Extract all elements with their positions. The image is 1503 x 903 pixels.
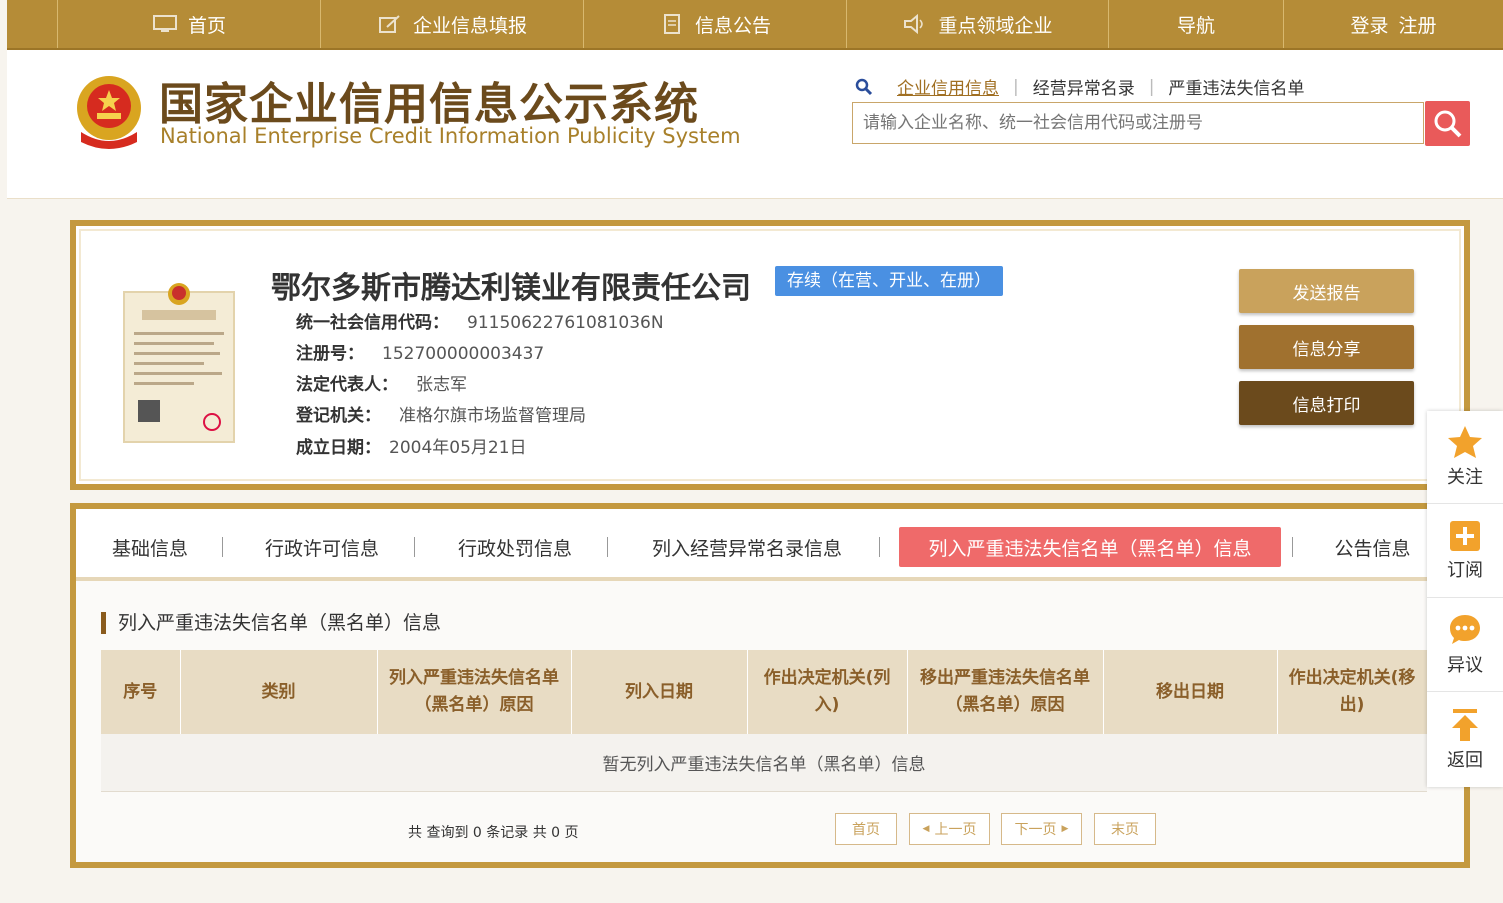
nav-notice[interactable]: 信息公告	[583, 0, 846, 48]
site-subtitle: National Enterprise Credit Information P…	[160, 124, 741, 148]
column-header: 序号	[101, 650, 181, 734]
search-link-abnormal[interactable]: 经营异常名录	[1019, 74, 1149, 99]
info-label: 统一社会信用代码：	[296, 313, 449, 333]
document-icon	[663, 14, 680, 34]
objection-button[interactable]: 异议	[1427, 599, 1503, 692]
nav-key-enterprise[interactable]: 重点领域企业	[846, 0, 1108, 48]
arrow-up-icon	[1452, 708, 1478, 741]
table-row: 暂无列入严重违法失信名单（黑名单）信息	[101, 734, 1427, 792]
tab-divider	[222, 537, 223, 557]
info-value: 152700000003437	[382, 344, 545, 364]
tab-penalty[interactable]: 行政处罚信息	[445, 527, 585, 567]
column-header: 作出决定机关(列入)	[747, 650, 908, 734]
nav-home-label: 首页	[187, 14, 226, 37]
tab-divider	[414, 537, 415, 557]
status-badge: 存续（在营、开业、在册）	[775, 266, 1003, 296]
search-input[interactable]	[861, 103, 1405, 143]
tab-divider	[607, 537, 608, 557]
chevron-left-icon: ◀	[922, 824, 930, 834]
next-page-label: 下一页	[1014, 822, 1057, 838]
column-header: 列入日期	[571, 650, 748, 734]
chat-bubble-icon	[1450, 615, 1480, 644]
star-icon	[1448, 426, 1482, 458]
last-page-button[interactable]: 末页	[1094, 813, 1156, 845]
column-header: 移出严重违法失信名单（黑名单）原因	[907, 650, 1104, 734]
search-link-blacklist[interactable]: 严重违法失信名单	[1154, 74, 1318, 99]
chevron-right-icon: ▶	[1061, 824, 1069, 834]
info-label: 成立日期：	[296, 438, 381, 458]
tab-license[interactable]: 行政许可信息	[252, 527, 392, 567]
back-to-top-button[interactable]: 返回	[1427, 693, 1503, 786]
nav-fill-label: 企业信息填报	[412, 14, 527, 37]
prev-page-label: 上一页	[934, 822, 977, 838]
site-title: 国家企业信用信息公示系统	[159, 79, 699, 130]
subscribe-label: 订阅	[1447, 560, 1483, 581]
info-credit-code: 统一社会信用代码： 91150622761081036N	[296, 308, 664, 333]
nav-guide-label: 导航	[1176, 14, 1215, 37]
info-founded: 成立日期： 2004年05月21日	[296, 433, 527, 458]
nav-fill[interactable]: 企业信息填报	[320, 0, 583, 48]
nav-auth: 登录 注册	[1283, 0, 1503, 48]
tab-basic[interactable]: 基础信息	[100, 527, 200, 567]
nav-home[interactable]: 首页	[57, 0, 320, 48]
search-type-links: 企业信用信息 | 经营异常名录 | 严重违法失信名单	[855, 74, 1318, 99]
tab-abnormal[interactable]: 列入经营异常名录信息	[637, 527, 857, 567]
blacklist-table: 序号 类别 列入严重违法失信名单（黑名单）原因 列入日期 作出决定机关(列入) …	[101, 650, 1428, 792]
column-header: 类别	[180, 650, 378, 734]
column-header: 作出决定机关(移出)	[1277, 650, 1428, 734]
info-label: 法定代表人：	[296, 375, 398, 395]
search-link-credit[interactable]: 企业信用信息	[885, 74, 1013, 99]
back-label: 返回	[1447, 749, 1483, 771]
send-report-button[interactable]: 发送报告	[1239, 269, 1414, 313]
business-license-icon	[123, 283, 235, 443]
tab-blacklist[interactable]: 列入严重违法失信名单（黑名单）信息	[899, 527, 1281, 567]
objection-label: 异议	[1447, 655, 1483, 676]
print-info-button[interactable]: 信息打印	[1239, 381, 1414, 425]
search-box	[852, 102, 1424, 144]
tab-announcement[interactable]: 公告信息	[1320, 527, 1425, 567]
prev-page-button[interactable]: ◀ 上一页	[909, 813, 990, 845]
top-navigation: 首页 企业信息填报 信息公告 重点领域企业 导航 登录 注册	[7, 0, 1503, 50]
site-header: 国家企业信用信息公示系统 National Enterprise Credit …	[7, 50, 1503, 199]
search-button[interactable]	[1425, 101, 1470, 146]
share-info-button[interactable]: 信息分享	[1239, 325, 1414, 369]
info-label: 注册号：	[296, 344, 364, 364]
column-header: 列入严重违法失信名单（黑名单）原因	[377, 650, 572, 734]
info-label: 登记机关：	[296, 406, 381, 426]
info-reg-no: 注册号： 152700000003437	[296, 339, 544, 364]
add-icon	[1450, 521, 1480, 551]
info-value: 准格尔旗市场监督管理局	[399, 406, 586, 426]
nav-notice-label: 信息公告	[694, 14, 771, 37]
info-legal-rep: 法定代表人： 张志军	[296, 370, 467, 395]
section-title: 列入严重违法失信名单（黑名单）信息	[101, 612, 441, 634]
info-authority: 登记机关： 准格尔旗市场监督管理局	[296, 401, 586, 426]
tab-divider	[879, 537, 880, 557]
info-value: 91150622761081036N	[467, 313, 664, 333]
speaker-icon	[904, 14, 924, 34]
monitor-icon	[152, 15, 177, 32]
column-header: 移出日期	[1103, 650, 1278, 734]
next-page-button[interactable]: 下一页 ▶	[1001, 813, 1082, 845]
nav-key-label: 重点领域企业	[938, 14, 1053, 37]
table-header-row: 序号 类别 列入严重违法失信名单（黑名单）原因 列入日期 作出决定机关(列入) …	[101, 650, 1428, 734]
subscribe-button[interactable]: 订阅	[1427, 505, 1503, 598]
side-float-panel: 关注 订阅 异议 返回	[1427, 411, 1503, 787]
empty-message: 暂无列入严重违法失信名单（黑名单）信息	[101, 734, 1427, 792]
login-link[interactable]: 登录	[1350, 11, 1388, 38]
national-emblem-icon	[77, 76, 141, 149]
nav-guide[interactable]: 导航	[1108, 0, 1283, 48]
info-value: 张志军	[416, 375, 467, 395]
follow-button[interactable]: 关注	[1427, 411, 1503, 504]
tab-divider	[1292, 537, 1293, 557]
search-icon	[855, 78, 873, 95]
search-icon	[1434, 110, 1461, 137]
pager-summary: 共 查询到 0 条记录 共 0 页	[408, 825, 579, 841]
register-link[interactable]: 注册	[1399, 11, 1437, 38]
edit-icon	[378, 15, 400, 33]
first-page-button[interactable]: 首页	[835, 813, 897, 845]
follow-label: 关注	[1447, 467, 1483, 488]
info-value: 2004年05月21日	[389, 438, 527, 458]
company-name: 鄂尔多斯市腾达利镁业有限责任公司	[271, 271, 751, 306]
